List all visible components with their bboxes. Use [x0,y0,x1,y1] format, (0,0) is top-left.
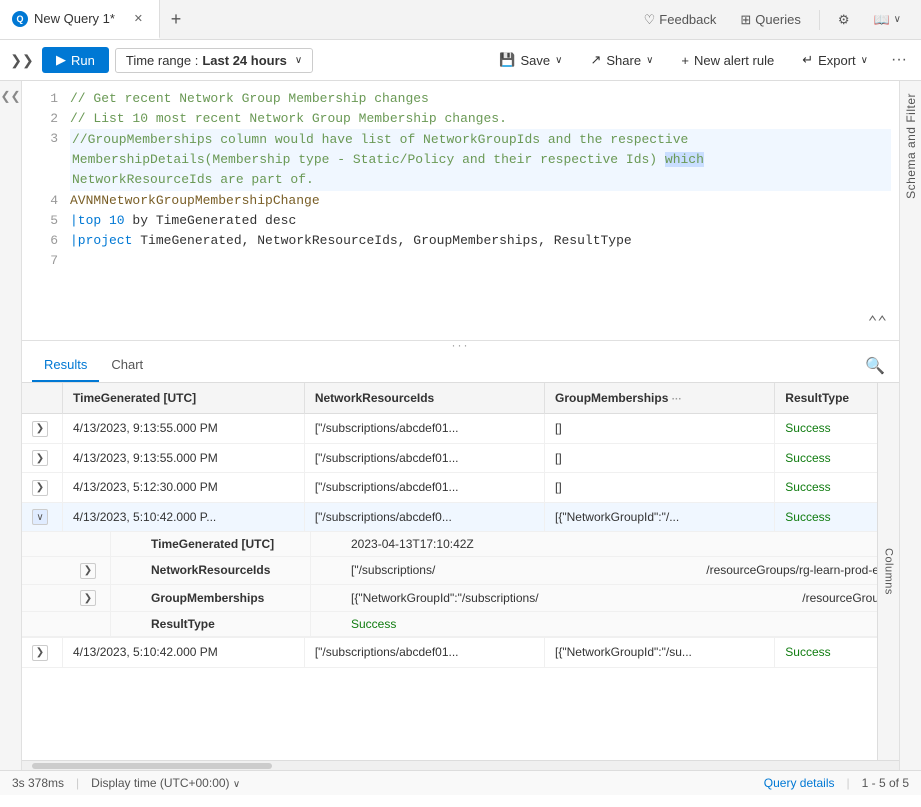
book-btn[interactable]: 📖 ∨ [863,8,911,32]
schema-filter-label[interactable]: Schema and Filter [904,81,918,211]
col-networkresourceids[interactable]: NetworkResourceIds [304,383,544,414]
results-count: 1 - 5 of 5 [862,776,909,790]
code-line-1: 1 // Get recent Network Group Membership… [22,89,899,109]
new-tab-btn[interactable]: + [160,0,192,39]
toolbar: ❯❯ ▶ Run Time range : Last 24 hours ∨ 💾 … [0,40,921,81]
code-collapse-btn[interactable]: ⌃⌃ [868,312,887,332]
resizer[interactable]: ··· [22,341,899,349]
results-tabs: Results Chart 🔍 [22,349,899,383]
export-caret: ∨ [861,55,868,66]
tab-icon: Q [12,11,28,27]
run-button[interactable]: ▶ Run [42,47,109,73]
tab-chart[interactable]: Chart [99,349,155,382]
row-expand-btn[interactable]: ∨ [32,509,48,525]
chevron-down-icon: ∨ [295,55,302,66]
queries-icon: ⊞ [740,12,751,28]
export-icon: ↵ [802,52,813,68]
tab-results[interactable]: Results [32,349,99,382]
save-icon: 💾 [499,52,515,68]
code-line-2: 2 // List 10 most recent Network Group M… [22,109,899,129]
table-row: ❯ 4/13/2023, 5:12:30.000 PM ["/subscript… [22,473,899,503]
detail-expand-btn[interactable]: ❯ [80,563,96,579]
detail-row-timegenerated: TimeGenerated [UTC] 2023-04-13T17:10:42Z… [22,532,899,638]
horizontal-scrollbar[interactable] [22,760,899,770]
editor-area: 1 // Get recent Network Group Membership… [22,81,899,770]
tab-bar: Q New Query 1* ✕ + ♡ Feedback ⊞ Queries … [0,0,921,40]
code-line-6: 6 |project TimeGenerated, NetworkResourc… [22,231,899,251]
share-btn[interactable]: ↗ Share ∨ [579,47,664,73]
table-row: ❯ 4/13/2023, 9:13:55.000 PM ["/subscript… [22,443,899,473]
code-line-7: 7 [22,251,899,271]
feedback-btn[interactable]: ♡ Feedback [634,8,727,32]
table-row: ❯ 4/13/2023, 5:10:42.000 PM ["/subscript… [22,638,899,668]
table-row-expanded: ∨ 4/13/2023, 5:10:42.000 P... ["/subscri… [22,502,899,532]
queries-btn[interactable]: ⊞ Queries [730,8,810,32]
run-icon: ▶ [56,52,66,68]
results-table-container[interactable]: TimeGenerated [UTC] NetworkResourceIds G… [22,383,899,760]
code-line-4: 4 AVNMNetworkGroupMembershipChange [22,191,899,211]
save-caret: ∨ [555,55,562,66]
gear-icon: ⚙ [838,12,850,28]
heart-icon: ♡ [644,12,656,28]
tab-label: New Query 1* [34,11,115,26]
row-expand-btn[interactable]: ❯ [32,421,48,437]
book-icon: 📖 [873,12,889,28]
detail-expand-btn[interactable]: ❯ [80,590,96,606]
schema-filter-sidebar[interactable]: Schema and Filter [899,81,921,770]
share-icon: ↗ [590,52,601,68]
separator [819,10,820,30]
table-row: ❯ 4/13/2023, 9:13:55.000 PM ["/subscript… [22,414,899,444]
code-editor[interactable]: 1 // Get recent Network Group Membership… [22,81,899,341]
new-alert-btn[interactable]: + New alert rule [670,48,785,73]
row-expand-btn[interactable]: ❯ [32,645,48,661]
time-range-btn[interactable]: Time range : Last 24 hours ∨ [115,48,313,73]
tab-new-query[interactable]: Q New Query 1* ✕ [0,0,160,39]
display-time[interactable]: Display time (UTC+00:00) ∨ [91,776,240,790]
expand-col-header [22,383,63,414]
code-line-5: 5 |top 10 by TimeGenerated desc [22,211,899,231]
chevron-icon: ∨ [894,14,901,25]
table-header: TimeGenerated [UTC] NetworkResourceIds G… [22,383,899,414]
results-table: TimeGenerated [UTC] NetworkResourceIds G… [22,383,899,668]
left-panel-toggle[interactable]: ❮❮ [0,81,22,770]
more-btn[interactable]: ··· [885,46,913,74]
code-line-3: 3 //GroupMemberships column would have l… [22,129,899,191]
row-expand-btn[interactable]: ❯ [32,450,48,466]
save-btn[interactable]: 💾 Save ∨ [488,47,573,73]
columns-label: Columns [883,548,895,595]
query-details-btn[interactable]: Query details [764,776,835,790]
columns-panel[interactable]: Columns [877,383,899,760]
chevron-left-icon: ❮❮ [0,89,20,103]
settings-btn[interactable]: ⚙ [828,8,860,32]
row-expand-btn[interactable]: ❯ [32,480,48,496]
col-groupmemberships[interactable]: GroupMemberships ··· [545,383,775,414]
tab-close-btn[interactable]: ✕ [130,10,147,27]
status-bar: 3s 378ms | Display time (UTC+00:00) ∨ Qu… [0,770,921,795]
chevron-down-icon: ∨ [233,779,240,790]
query-time: 3s 378ms [12,776,64,790]
col-timegenerated[interactable]: TimeGenerated [UTC] [63,383,305,414]
search-btn[interactable]: 🔍 [861,352,889,380]
collapse-btn[interactable]: ❯❯ [8,46,36,74]
export-btn[interactable]: ↵ Export ∨ [791,47,879,73]
scrollbar-thumb[interactable] [32,763,272,769]
tab-right-actions: ♡ Feedback ⊞ Queries ⚙ 📖 ∨ [634,8,921,32]
share-caret: ∨ [646,55,653,66]
plus-icon: + [681,53,689,68]
chevron-left-icon: ❯❯ [10,52,33,69]
